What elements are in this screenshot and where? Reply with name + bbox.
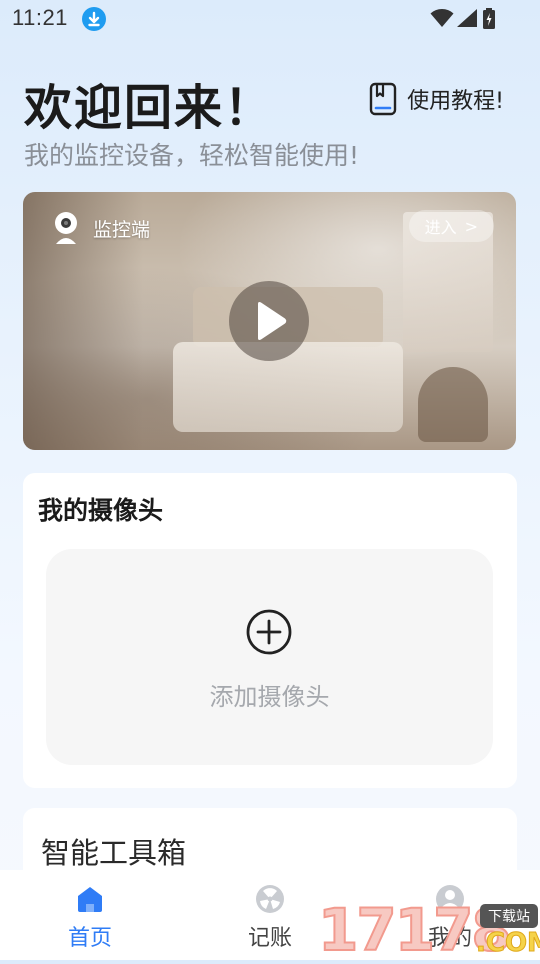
status-bar: 11:21 bbox=[0, 0, 540, 38]
signal-icon bbox=[457, 9, 477, 27]
my-cameras-title: 我的摄像头 bbox=[38, 496, 164, 525]
page-title: 欢迎回来！ bbox=[24, 80, 275, 136]
page-subtitle: 我的监控设备，轻松智能使用! bbox=[24, 141, 360, 170]
room-photo-chair bbox=[418, 367, 488, 442]
tab-home-label: 首页 bbox=[67, 926, 112, 951]
site-watermark: 17178 下载站 .COM bbox=[317, 899, 540, 961]
add-circle-icon bbox=[246, 609, 292, 655]
tutorial-link[interactable]: 使用教程! bbox=[369, 82, 504, 116]
chevron-right-icon: > bbox=[464, 216, 478, 236]
tab-ledger-label: 记账 bbox=[247, 926, 292, 951]
add-camera-label: 添加摄像头 bbox=[209, 683, 330, 711]
enter-button[interactable]: 进入 > bbox=[408, 210, 494, 242]
tab-ledger[interactable]: 记账 bbox=[210, 880, 330, 958]
monitor-label-text: 监控端 bbox=[93, 218, 151, 241]
book-icon bbox=[369, 82, 397, 116]
my-cameras-card: 我的摄像头 添加摄像头 bbox=[23, 473, 517, 788]
camera-icon bbox=[55, 212, 77, 244]
add-camera-button[interactable]: 添加摄像头 bbox=[46, 549, 493, 765]
watermark-badge: 下载站 bbox=[480, 904, 538, 928]
battery-icon bbox=[483, 8, 495, 29]
toolbox-title: 智能工具箱 bbox=[41, 836, 187, 870]
enter-label: 进入 bbox=[424, 218, 457, 237]
tab-home[interactable]: 首页 bbox=[30, 880, 150, 958]
status-time: 11:21 bbox=[12, 5, 68, 30]
watermark-suffix: .COM bbox=[476, 928, 540, 959]
ledger-icon bbox=[256, 885, 284, 913]
download-icon bbox=[82, 7, 106, 31]
wifi-icon bbox=[430, 9, 454, 27]
monitor-video-card[interactable]: 监控端 进入 > bbox=[23, 192, 516, 450]
home-icon bbox=[78, 887, 102, 912]
monitor-label: 监控端 bbox=[51, 210, 150, 246]
play-icon bbox=[258, 302, 287, 340]
play-button[interactable] bbox=[229, 281, 309, 361]
status-icons bbox=[430, 8, 500, 30]
tutorial-label: 使用教程! bbox=[407, 89, 504, 114]
